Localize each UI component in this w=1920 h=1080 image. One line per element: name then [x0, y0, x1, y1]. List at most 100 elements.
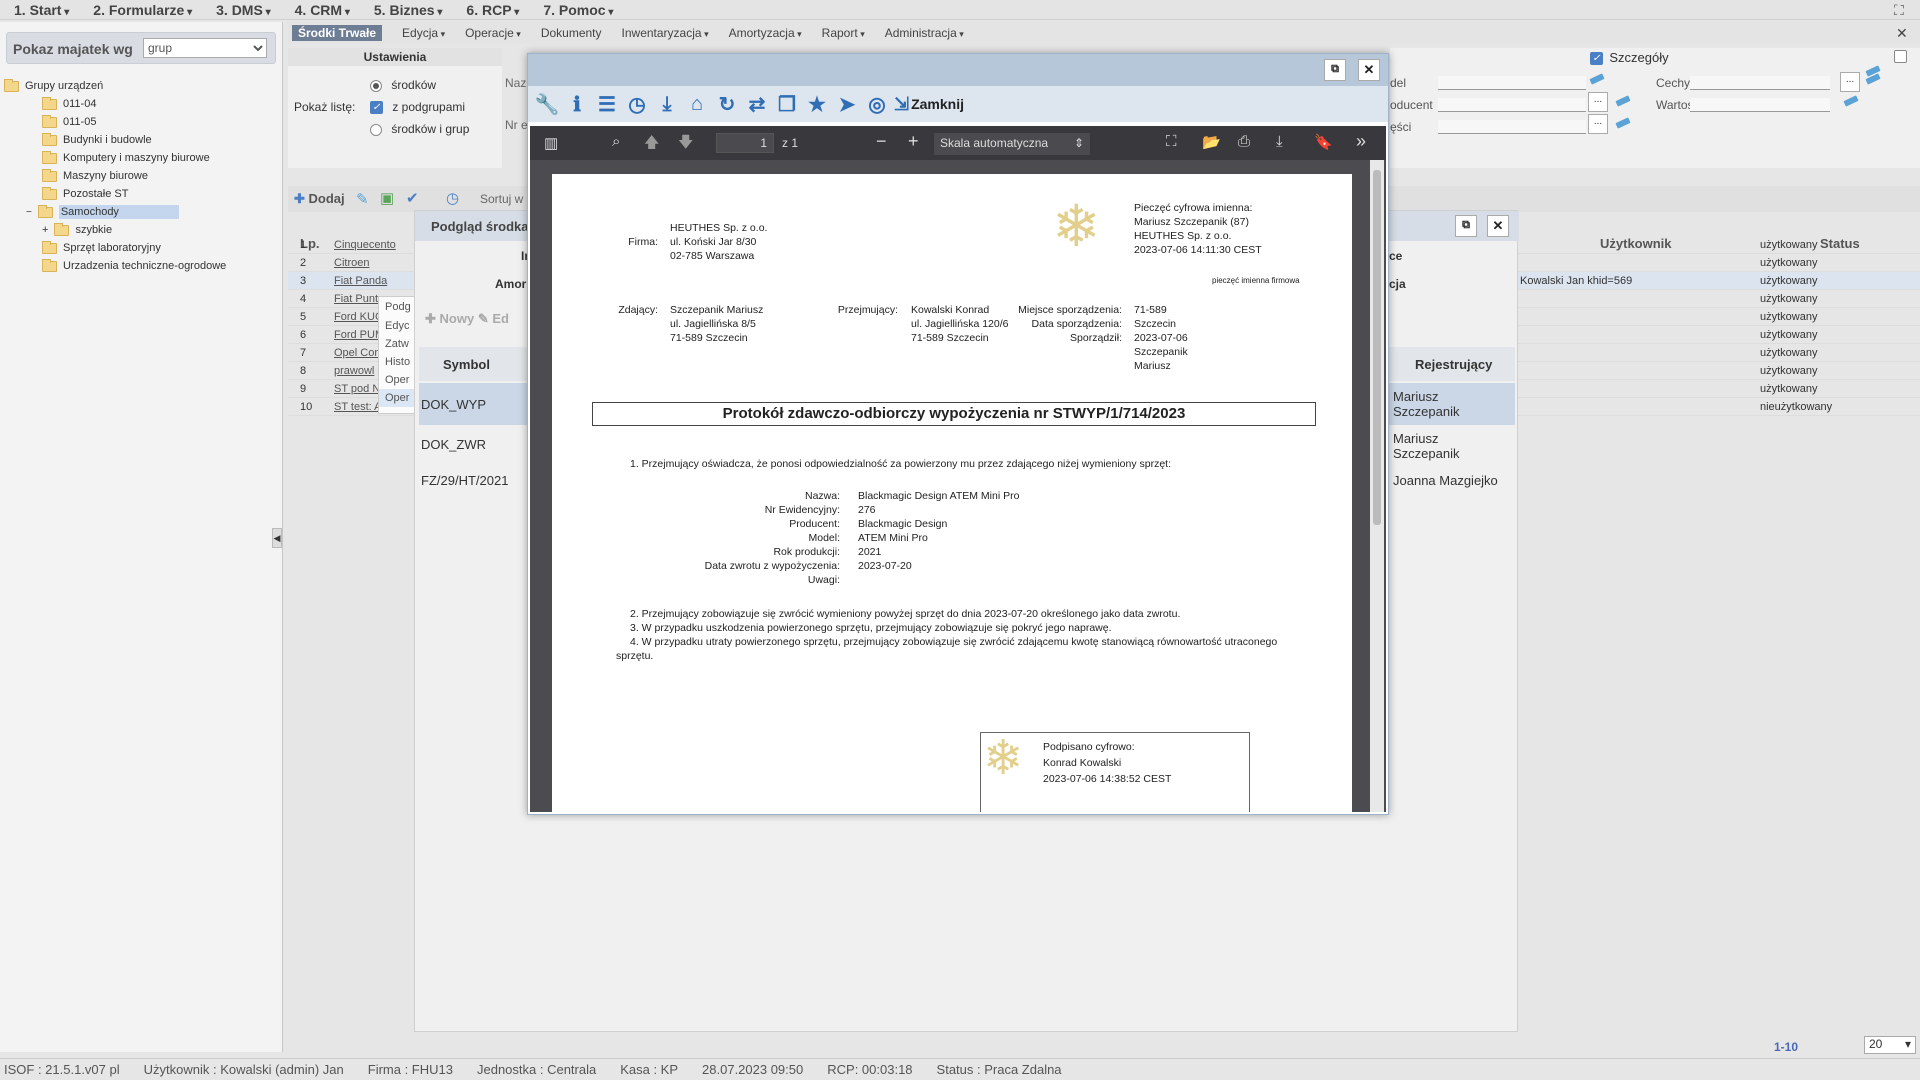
- doc-symbol[interactable]: DOK_ZWR: [421, 437, 486, 452]
- eraser-icon[interactable]: [1589, 73, 1605, 85]
- radio-srodkow-grup[interactable]: środków i grup: [370, 122, 469, 136]
- add-button[interactable]: ✚ Dodaj: [294, 191, 345, 207]
- page-size-select[interactable]: 20 ▾: [1864, 1036, 1916, 1054]
- target-icon[interactable]: ◎: [864, 91, 890, 117]
- cell[interactable]: ST pod N: [334, 383, 380, 395]
- sort-label[interactable]: Sortuj w: [480, 192, 523, 206]
- tree-item[interactable]: Urzadzenia techniczne-ogrodowe: [42, 258, 226, 274]
- zoom-in-icon[interactable]: +: [908, 131, 919, 152]
- tab-label[interactable]: Amor: [495, 277, 526, 291]
- cell[interactable]: Ford PUM: [334, 329, 384, 341]
- tree-item[interactable]: Maszyny biurowe: [42, 168, 148, 184]
- parts-field[interactable]: [1438, 120, 1586, 134]
- cell[interactable]: Citroen: [334, 257, 369, 269]
- doc-symbol[interactable]: FZ/29/HT/2021: [421, 473, 508, 488]
- col-symbol[interactable]: Symbol: [443, 357, 490, 372]
- edit-icon[interactable]: ✎: [356, 190, 369, 208]
- page-number-input[interactable]: 1: [716, 133, 774, 153]
- eraser-icon[interactable]: [1615, 117, 1631, 129]
- close-icon[interactable]: ✕: [1358, 59, 1380, 81]
- close-button[interactable]: ⇲ Zamknij: [894, 91, 964, 117]
- menu-srodki-trwale[interactable]: Środki Trwałe: [292, 25, 383, 41]
- ctx-item[interactable]: Oper: [379, 389, 417, 407]
- group-select[interactable]: grup: [143, 38, 267, 58]
- menu-crm[interactable]: 4. CRM: [281, 2, 360, 18]
- menu-edycja[interactable]: Edycja: [392, 26, 455, 40]
- cell[interactable]: Fiat Punt: [334, 293, 378, 305]
- cell[interactable]: Opel Cor: [334, 347, 378, 359]
- details-toggle[interactable]: ✓ Szczegóły: [1590, 50, 1669, 66]
- search-icon[interactable]: ⌕: [612, 133, 620, 150]
- menu-biznes[interactable]: 5. Biznes: [360, 2, 453, 18]
- producer-dots-button[interactable]: ...: [1588, 92, 1608, 112]
- features-dots-button[interactable]: ...: [1840, 72, 1860, 92]
- pdf-scrollbar[interactable]: [1370, 160, 1384, 812]
- swap-icon[interactable]: ⇄: [744, 91, 770, 117]
- ctx-item[interactable]: Histo: [379, 353, 417, 371]
- tab-label[interactable]: cja: [1389, 277, 1406, 291]
- menu-pomoc[interactable]: 7. Pomoc: [529, 2, 623, 18]
- model-field[interactable]: [1438, 76, 1586, 90]
- cell[interactable]: Ford KUG: [334, 311, 384, 323]
- expand-icon[interactable]: +: [42, 224, 48, 236]
- more-tools-icon[interactable]: »: [1356, 131, 1366, 152]
- new-button[interactable]: ✚ Nowy ✎ Ed: [425, 311, 509, 327]
- eraser-icon[interactable]: [1843, 95, 1859, 107]
- refresh-icon[interactable]: ↻: [714, 91, 740, 117]
- approve-icon[interactable]: ✔: [406, 189, 419, 207]
- home-icon[interactable]: ⌂: [684, 91, 710, 117]
- menu-formularze[interactable]: 2. Formularze: [79, 2, 202, 18]
- open-file-icon[interactable]: 📂: [1202, 133, 1221, 151]
- prev-page-icon[interactable]: 🡅: [644, 132, 659, 157]
- save-icon[interactable]: ⤓: [1276, 133, 1283, 150]
- collapse-icon[interactable]: −: [26, 207, 32, 218]
- menu-start[interactable]: 1. Start: [0, 2, 79, 18]
- checkbox[interactable]: [1894, 50, 1907, 63]
- fullscreen-icon[interactable]: ⛶: [1166, 133, 1177, 150]
- tree-item[interactable]: Pozostałe ST: [42, 186, 128, 202]
- menu-raport[interactable]: Raport: [812, 26, 875, 40]
- tree-item[interactable]: Komputery i maszyny biurowe: [42, 150, 210, 166]
- download-icon[interactable]: ⤓: [654, 91, 680, 117]
- eraser-icon[interactable]: [1615, 95, 1631, 107]
- menu-rcp[interactable]: 6. RCP: [452, 2, 529, 18]
- collapse-pane-icon[interactable]: ◀: [272, 528, 282, 548]
- send-icon[interactable]: ➤: [834, 91, 860, 117]
- cell[interactable]: Cinquecento: [334, 239, 396, 251]
- menu-operacje[interactable]: Operacje: [455, 26, 531, 40]
- menu-administracja[interactable]: Administracja: [875, 26, 974, 40]
- info-icon[interactable]: ℹ: [564, 91, 590, 117]
- radio-srodkow[interactable]: środków: [370, 78, 436, 92]
- next-page-icon[interactable]: 🡇: [678, 132, 693, 157]
- zoom-out-icon[interactable]: −: [876, 131, 887, 152]
- features-field[interactable]: [1690, 76, 1830, 90]
- parts-dots-button[interactable]: ...: [1588, 114, 1608, 134]
- print-icon[interactable]: ⎙: [1238, 133, 1250, 150]
- tree-root[interactable]: Grupy urządzeń: [4, 78, 103, 94]
- cell[interactable]: prawowl: [334, 365, 374, 377]
- menu-dms[interactable]: 3. DMS: [202, 2, 281, 18]
- wrench-icon[interactable]: 🔧: [534, 91, 560, 117]
- check-podgrupami[interactable]: ✓ z podgrupami: [370, 100, 465, 115]
- sidebar-toggle-icon[interactable]: ▥: [544, 134, 558, 152]
- cell[interactable]: Fiat Panda: [334, 275, 387, 287]
- close-icon[interactable]: ✕: [1487, 215, 1509, 237]
- clock-icon[interactable]: ◷: [624, 91, 650, 117]
- ctx-item[interactable]: Zatw: [379, 335, 417, 353]
- ctx-item[interactable]: Edyc: [379, 317, 417, 335]
- ctx-item[interactable]: Oper: [379, 371, 417, 389]
- history-icon[interactable]: ◷: [446, 189, 459, 207]
- copy-icon[interactable]: ▣: [380, 189, 394, 207]
- close-icon[interactable]: ✕: [1896, 25, 1908, 42]
- popout-icon[interactable]: ⧉: [1455, 215, 1477, 237]
- menu-inwentaryzacja[interactable]: Inwentaryzacja: [612, 26, 719, 40]
- bookmark-icon[interactable]: 🔖: [1314, 133, 1333, 151]
- doc-symbol[interactable]: DOK_WYP: [421, 397, 486, 412]
- tree-item-selected[interactable]: − Samochody: [26, 204, 179, 220]
- ctx-item[interactable]: Podg: [379, 297, 417, 317]
- zoom-select[interactable]: Skala automatyczna ⇕: [934, 133, 1090, 155]
- popout-icon[interactable]: ⧉: [1324, 59, 1346, 81]
- tree-item[interactable]: Sprzęt laboratoryjny: [42, 240, 161, 256]
- tab-label[interactable]: ce: [1389, 249, 1402, 263]
- copy-icon[interactable]: ❐: [774, 91, 800, 117]
